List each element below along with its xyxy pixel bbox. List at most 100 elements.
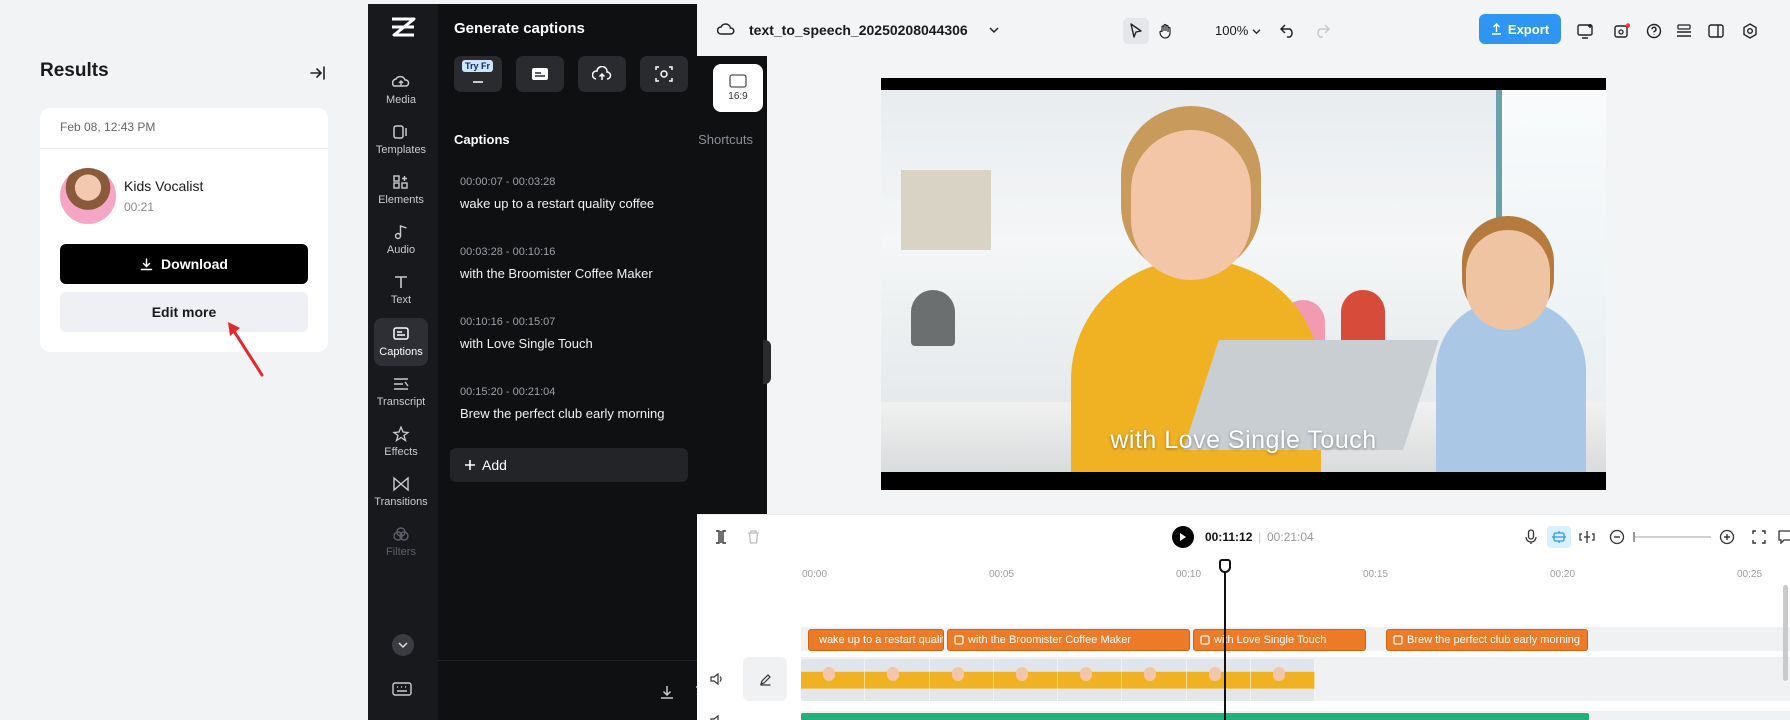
- download-button[interactable]: Download: [60, 244, 308, 284]
- video-thumbnail: [1122, 659, 1187, 701]
- monitor-plus-icon: [1577, 24, 1593, 39]
- playhead-handle[interactable]: [1219, 559, 1231, 573]
- edit-cover-button[interactable]: [743, 657, 787, 701]
- nav-elements[interactable]: Elements: [374, 166, 428, 214]
- nav-label: Elements: [378, 194, 424, 206]
- caption-clip[interactable]: with the Broomister Coffee Maker: [947, 629, 1190, 651]
- notifications-button[interactable]: [1609, 18, 1635, 44]
- delete-button[interactable]: [741, 526, 765, 548]
- hand-tool-button[interactable]: [1153, 18, 1179, 44]
- shortcuts-link[interactable]: Shortcuts: [698, 132, 753, 147]
- caption-clip-text: Brew the perfect club early morning: [1407, 634, 1581, 646]
- caption-text[interactable]: with Love Single Touch: [460, 336, 760, 351]
- chevron-down-icon: [398, 642, 408, 649]
- export-button[interactable]: Export: [1479, 14, 1561, 44]
- play-button[interactable]: [1172, 526, 1194, 548]
- timeline-toolbar: 00:11:12 | 00:21:04: [697, 515, 1790, 559]
- pencil-icon: [759, 673, 771, 686]
- play-icon: [1180, 533, 1186, 541]
- auto-snap-button[interactable]: [1547, 526, 1571, 548]
- caption-item[interactable]: 00:03:28 - 00:10:16 with the Broomister …: [460, 246, 760, 281]
- chevron-down-icon[interactable]: [989, 26, 999, 34]
- edit-more-button[interactable]: Edit more: [60, 292, 308, 332]
- nav-label: Audio: [386, 244, 416, 256]
- chevron-down-icon: [1252, 29, 1261, 35]
- nav-effects[interactable]: Effects: [374, 418, 428, 466]
- caption-item[interactable]: 00:15:20 - 00:21:04 Brew the perfect clu…: [460, 386, 760, 421]
- auto-captions-button[interactable]: Try Fr: [454, 56, 502, 92]
- background-student: [911, 290, 955, 346]
- link-clips-button[interactable]: [1575, 526, 1599, 548]
- caption-text[interactable]: Brew the perfect club early morning: [460, 406, 760, 421]
- collapse-panel-button[interactable]: [306, 62, 330, 84]
- help-button[interactable]: [1641, 18, 1667, 44]
- nav-media[interactable]: Media: [374, 66, 428, 114]
- split-button[interactable]: [709, 526, 733, 548]
- elements-icon: [393, 175, 408, 189]
- zoom-in-button[interactable]: [1715, 526, 1739, 548]
- video-thumbnail: [801, 659, 866, 701]
- add-caption-button[interactable]: Add: [450, 448, 688, 482]
- timeline-scrollbar[interactable]: [1783, 585, 1788, 681]
- caption-time: 00:15:20 - 00:21:04: [460, 386, 556, 398]
- select-tool-button[interactable]: [1123, 18, 1149, 44]
- filters-icon: [393, 527, 409, 541]
- nav-filters[interactable]: Filters: [374, 518, 428, 566]
- video-subtitle[interactable]: with Love Single Touch: [881, 426, 1606, 455]
- scan-captions-button[interactable]: [640, 56, 688, 92]
- zoom-value: 100%: [1215, 23, 1249, 38]
- ruler-label: 00:15: [1363, 569, 1389, 580]
- caption-text[interactable]: with the Broomister Coffee Maker: [460, 266, 760, 281]
- caption-text[interactable]: wake up to a restart quality coffee: [460, 196, 760, 211]
- download-captions-icon[interactable]: [659, 684, 675, 700]
- hand-icon: [1159, 23, 1171, 39]
- result-date: Feb 08, 12:43 PM: [60, 120, 156, 134]
- nav-captions[interactable]: Captions: [374, 318, 428, 366]
- fit-timeline-button[interactable]: [1747, 526, 1771, 548]
- toggle-layout-button[interactable]: [1703, 18, 1729, 44]
- video-clip[interactable]: [801, 659, 1315, 701]
- transitions-icon: [393, 476, 409, 492]
- results-panel: Results Feb 08, 12:43 PM Kids Vocalist 0…: [0, 0, 368, 720]
- caption-clip[interactable]: wake up to a restart quality coffee: [808, 629, 944, 651]
- upload-captions-button[interactable]: [578, 56, 626, 92]
- caption-clip-icon: [1393, 635, 1403, 645]
- mute-audio-button[interactable]: [707, 711, 727, 720]
- zoom-select[interactable]: 100%: [1215, 23, 1261, 38]
- redo-button[interactable]: [1309, 18, 1335, 44]
- video-preview[interactable]: with Love Single Touch: [881, 78, 1606, 490]
- panel-resize-handle[interactable]: [763, 340, 771, 384]
- aspect-ratio-button[interactable]: 16:9: [713, 64, 763, 112]
- magnet-snap-icon: [1552, 531, 1566, 543]
- manual-captions-button[interactable]: [516, 56, 564, 92]
- record-voice-button[interactable]: [1519, 526, 1543, 548]
- caption-item[interactable]: 00:10:16 - 00:15:07 with Love Single Tou…: [460, 316, 760, 351]
- nav-audio[interactable]: Audio: [374, 216, 428, 264]
- nav-text[interactable]: Text: [374, 266, 428, 314]
- settings-button[interactable]: [1737, 18, 1763, 44]
- keyboard-icon[interactable]: [392, 682, 412, 696]
- storage-button[interactable]: [1671, 18, 1697, 44]
- zoom-slider-knob[interactable]: [1633, 532, 1635, 542]
- nav-transcript[interactable]: Transcript: [374, 368, 428, 416]
- nav-more-button[interactable]: [392, 634, 414, 656]
- nav-label: Text: [390, 294, 412, 306]
- export-label: Export: [1507, 21, 1550, 37]
- screen-record-button[interactable]: [1573, 18, 1599, 44]
- caption-clip[interactable]: Brew the perfect club early morning: [1386, 629, 1588, 651]
- nav-transitions[interactable]: Transitions: [374, 468, 428, 516]
- caption-clip[interactable]: with Love Single Touch: [1193, 629, 1366, 651]
- project-name[interactable]: text_to_speech_20250208044306: [749, 22, 968, 38]
- background-student: [1341, 290, 1385, 346]
- timeline-ruler[interactable]: 00:00 00:05 00:10 00:15 00:20 00:25: [697, 559, 1790, 585]
- timeline-feedback-button[interactable]: [1773, 526, 1790, 548]
- nav-templates[interactable]: Templates: [374, 116, 428, 164]
- ruler-label: 00:10: [1176, 569, 1202, 580]
- audio-clip[interactable]: [801, 713, 1589, 720]
- timeline-zoom-slider[interactable]: [1633, 536, 1711, 538]
- zoom-out-button[interactable]: [1605, 526, 1629, 548]
- mute-video-button[interactable]: [707, 669, 727, 689]
- undo-button[interactable]: [1275, 18, 1301, 44]
- caption-item[interactable]: 00:00:07 - 00:03:28 wake up to a restart…: [460, 176, 760, 211]
- playhead[interactable]: [1224, 561, 1226, 720]
